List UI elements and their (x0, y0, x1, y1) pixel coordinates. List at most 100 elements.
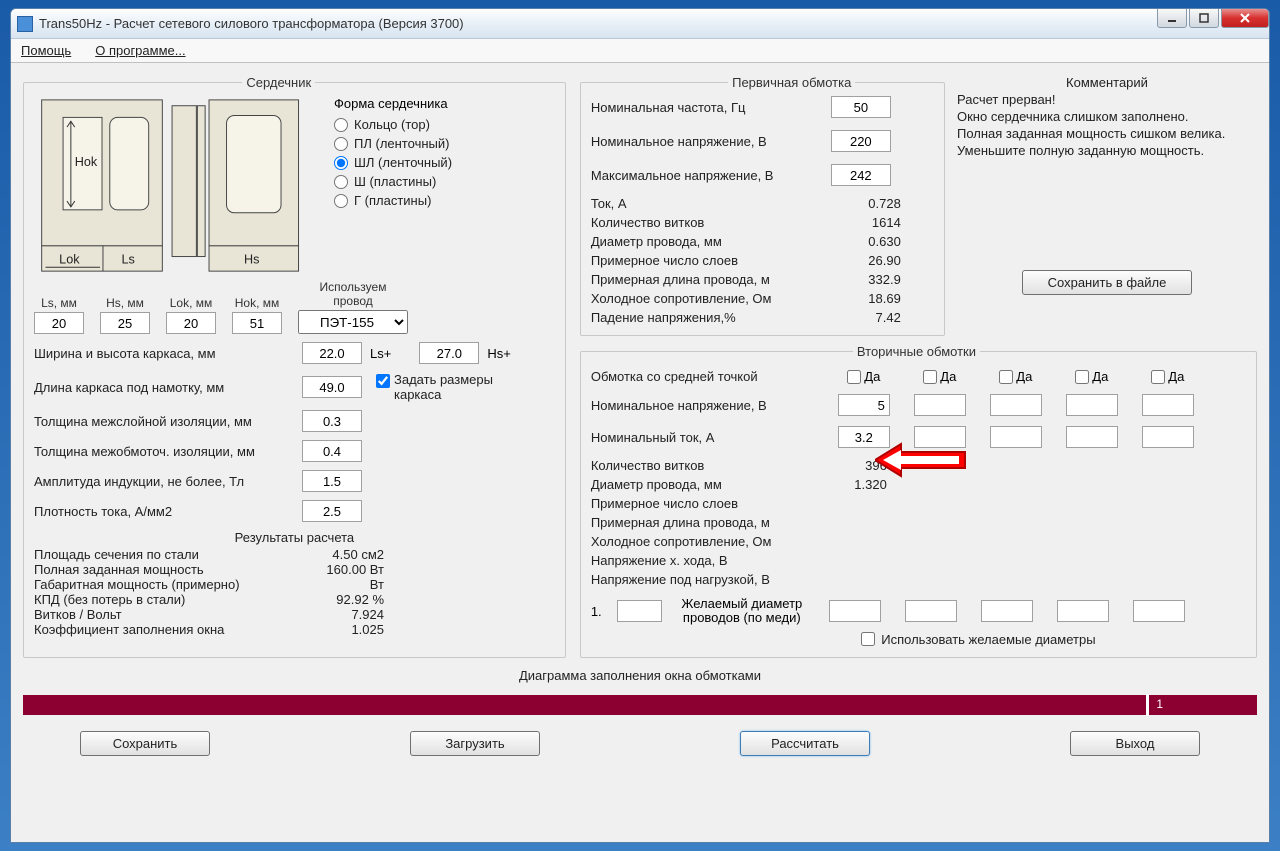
sec5-inom-input[interactable] (1142, 426, 1194, 448)
vdrop-val: 7.42 (831, 310, 901, 325)
interlayer-input[interactable] (302, 410, 362, 432)
fill-marker (1146, 694, 1149, 716)
exit-button[interactable]: Выход (1070, 731, 1200, 756)
secondary-panel: Вторичные обмотки Обмотка со средней точ… (580, 344, 1257, 658)
desired-2-input[interactable] (905, 600, 957, 622)
save-button[interactable]: Сохранить (80, 731, 210, 756)
secondary-legend: Вторичные обмотки (853, 344, 980, 359)
menu-help[interactable]: Помощь (21, 43, 71, 58)
res-area: 4.50 см2 (332, 547, 384, 562)
core-panel: Сердечник (23, 75, 566, 658)
interwinding-input[interactable] (302, 440, 362, 462)
minimize-button[interactable] (1157, 8, 1187, 28)
comment-title: Комментарий (957, 75, 1257, 90)
ls-input[interactable] (34, 312, 84, 334)
shape-ring[interactable]: Кольцо (тор) (334, 117, 514, 132)
induction-input[interactable] (302, 470, 362, 492)
layers-val: 26.90 (831, 253, 901, 268)
sec3-inom-input[interactable] (990, 426, 1042, 448)
wdiam-lbl: Диаметр провода, мм (591, 234, 831, 249)
save-file-button[interactable]: Сохранить в файле (1022, 270, 1192, 295)
svg-text:Lok: Lok (59, 252, 80, 266)
sec2-midpoint[interactable]: Да (907, 369, 973, 384)
ls-label: Ls, мм (41, 296, 77, 310)
shape-sh[interactable]: Ш (пластины) (334, 174, 514, 189)
desired-1-input[interactable] (829, 600, 881, 622)
vdrop-lbl: Падение напряжения,% (591, 310, 831, 325)
i-lbl: Ток, А (591, 196, 831, 211)
use-desired-checkbox[interactable]: Использовать желаемые диаметры (711, 632, 1246, 647)
res-area-lbl: Площадь сечения по стали (34, 547, 199, 562)
hok-label: Hok, мм (235, 296, 280, 310)
sec-len-lbl: Примерная длина провода, м (591, 515, 821, 530)
desired-1a-input[interactable] (617, 600, 662, 622)
freq-input[interactable] (831, 96, 891, 118)
comment-panel: Комментарий Расчет прерван! Окно сердечн… (957, 75, 1257, 336)
res-kpd: 92.92 % (336, 592, 384, 607)
sec4-inom-input[interactable] (1066, 426, 1118, 448)
lok-input[interactable] (166, 312, 216, 334)
shape-g[interactable]: Г (пластины) (334, 193, 514, 208)
sec2-inom-input[interactable] (914, 426, 966, 448)
len-val: 332.9 (831, 272, 901, 287)
frame-w-suffix: Ls+ (370, 346, 391, 361)
sec3-midpoint[interactable]: Да (983, 369, 1049, 384)
sec5-vnom-input[interactable] (1142, 394, 1194, 416)
turns-lbl: Количество витков (591, 215, 831, 230)
app-icon (17, 16, 33, 32)
shape-shl[interactable]: ШЛ (ленточный) (334, 155, 514, 170)
coldr-val: 18.69 (831, 291, 901, 306)
calc-button[interactable]: Рассчитать (740, 731, 870, 756)
sec-inom-lbl: Номинальный ток, А (591, 430, 821, 445)
frame-wh-label: Ширина и высота каркаса, мм (34, 346, 294, 361)
wdiam-val: 0.630 (831, 234, 901, 249)
shape-pl[interactable]: ПЛ (ленточный) (334, 136, 514, 151)
desired-5-input[interactable] (1133, 600, 1185, 622)
layers-lbl: Примерное число слоев (591, 253, 831, 268)
density-label: Плотность тока, А/мм2 (34, 504, 294, 519)
density-input[interactable] (302, 500, 362, 522)
sec-turns-lbl: Количество витков (591, 458, 821, 473)
frame-len-input[interactable] (302, 376, 362, 398)
sec1-vnom-input[interactable] (838, 394, 890, 416)
sec4-vnom-input[interactable] (1066, 394, 1118, 416)
sec5-midpoint[interactable]: Да (1135, 369, 1201, 384)
close-button[interactable] (1221, 8, 1269, 28)
main-window: Trans50Hz - Расчет сетевого силового тра… (10, 8, 1270, 843)
maximize-button[interactable] (1189, 8, 1219, 28)
vmax-input[interactable] (831, 164, 891, 186)
core-shape-label: Форма сердечника (334, 96, 514, 111)
load-button[interactable]: Загрузить (410, 731, 540, 756)
desired-lbl1: Желаемый диаметр (672, 597, 812, 611)
res-kpd-lbl: КПД (без потерь в стали) (34, 592, 185, 607)
vmax-lbl: Максимальное напряжение, В (591, 168, 831, 183)
frame-h-input[interactable] (419, 342, 479, 364)
titlebar: Trans50Hz - Расчет сетевого силового тра… (11, 9, 1269, 39)
wire-select[interactable]: ПЭТ-155 (298, 310, 408, 334)
sec2-vnom-input[interactable] (914, 394, 966, 416)
sec1-midpoint[interactable]: Да (831, 369, 897, 384)
hs-input[interactable] (100, 312, 150, 334)
set-frame-checkbox[interactable]: Задать размеры каркаса (376, 372, 504, 402)
hok-input[interactable] (232, 312, 282, 334)
sec-wdiam-val: 1.320 (831, 477, 897, 492)
sec-layers-lbl: Примерное число слоев (591, 496, 821, 511)
core-diagram: Hok Lok Ls Hs (34, 96, 314, 276)
sec1-inom-input[interactable] (838, 426, 890, 448)
core-legend: Сердечник (242, 75, 315, 90)
comment-l1: Расчет прерван! (957, 92, 1257, 107)
svg-text:Hok: Hok (75, 155, 98, 169)
sec4-midpoint[interactable]: Да (1059, 369, 1125, 384)
menubar: Помощь О программе... (11, 39, 1269, 63)
desired-4-input[interactable] (1057, 600, 1109, 622)
menu-about[interactable]: О программе... (95, 43, 185, 58)
res-pgab: Вт (370, 577, 384, 592)
midpoint-lbl: Обмотка со средней точкой (591, 369, 821, 384)
desired-3-input[interactable] (981, 600, 1033, 622)
vnom-input[interactable] (831, 130, 891, 152)
res-turns: 7.924 (351, 607, 384, 622)
frame-h-suffix: Hs+ (487, 346, 510, 361)
interwinding-label: Толщина межобмоточ. изоляции, мм (34, 444, 294, 459)
sec3-vnom-input[interactable] (990, 394, 1042, 416)
frame-w-input[interactable] (302, 342, 362, 364)
